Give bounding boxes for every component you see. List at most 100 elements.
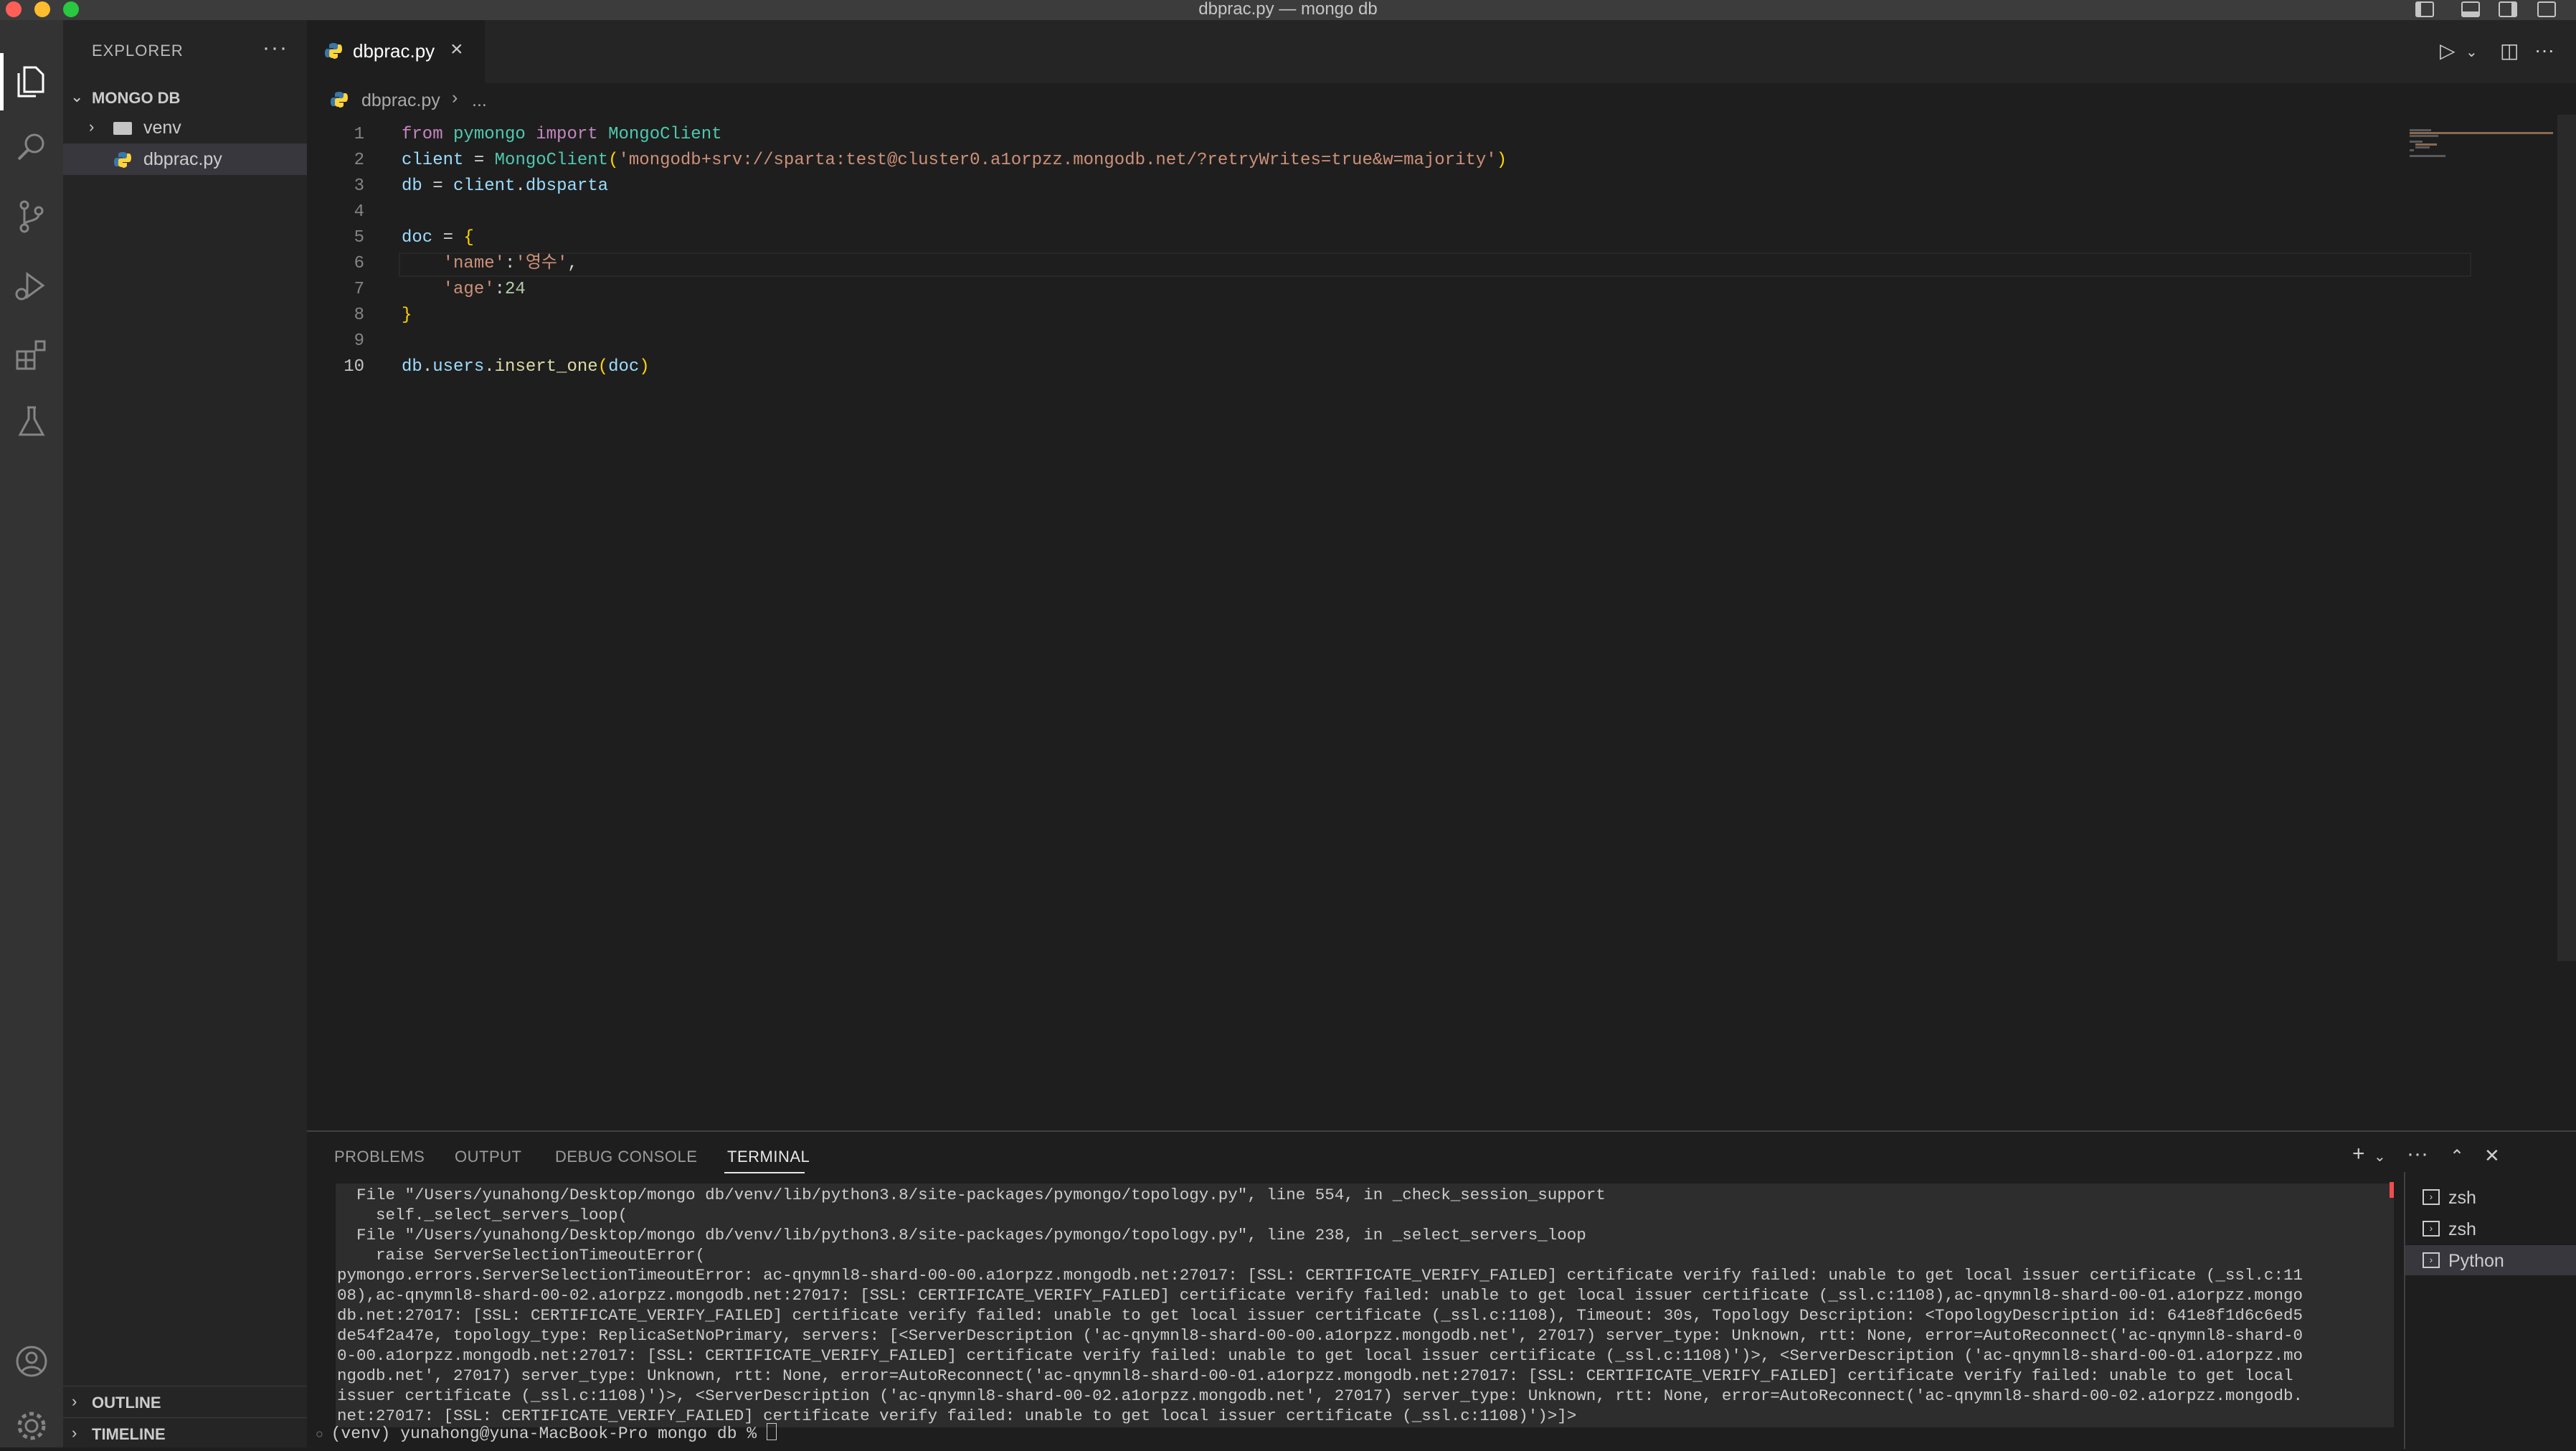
code-line[interactable]: 5 doc = { [307,225,2387,251]
terminal-line: 08),ac-qnymnl8-shard-00-02.a1orpzz.mongo… [337,1286,2303,1305]
tab-debug-console[interactable]: DEBUG CONSOLE [555,1148,697,1166]
more-actions-icon[interactable]: ··· [2534,39,2554,62]
line-number: 9 [354,331,364,351]
run-icon[interactable]: ▷ [2440,39,2456,62]
code-line[interactable]: 4 [307,199,2387,225]
code-token: { [463,228,474,247]
terminal-item-zsh-2[interactable]: › zsh [2405,1214,2576,1244]
toggle-secondary-sidebar-icon[interactable] [2499,1,2517,17]
tree-item-dbprac[interactable]: dbprac.py [63,143,307,175]
maximize-panel-icon[interactable]: ⌃ [2450,1146,2464,1167]
new-terminal-icon[interactable]: + [2352,1142,2365,1166]
line-source: } [402,303,412,329]
terminal-prompt[interactable]: ○ (venv) yunahong@yuna-MacBook-Pro mongo… [316,1423,777,1443]
chevron-down-icon[interactable]: ⌄ [2466,43,2478,61]
code-token: : [494,280,506,299]
code-token: insert_one [494,357,598,377]
title-bar: dbprac.py — mongo db [0,0,2576,20]
explorer-icon[interactable] [10,60,53,103]
toggle-panel-icon[interactable] [2461,1,2480,17]
terminal-line: File "/Users/yunahong/Desktop/mongo db/v… [337,1186,1606,1204]
line-number: 1 [354,125,364,144]
editor-area: dbprac.py × ▷ ⌄ ◫ ··· dbprac.py › ... 1 f… [307,20,2576,1130]
split-editor-icon[interactable]: ◫ [2500,39,2519,62]
search-icon[interactable] [10,126,53,169]
tree-item-venv[interactable]: › venv [63,112,307,143]
terminal-line: 0-00.a1orpzz.mongodb.net:27017: [SSL: CE… [337,1346,2303,1365]
breadcrumb-symbols[interactable]: ... [472,90,487,111]
settings-gear-icon[interactable] [10,1404,53,1447]
more-actions-icon[interactable]: ··· [262,36,288,60]
terminal-line: de54f2a47e, topology_type: ReplicaSetNoP… [337,1326,2303,1345]
line-source: doc = { [402,225,474,251]
tab-label: dbprac.py [353,40,435,62]
more-actions-icon[interactable]: ··· [2407,1142,2428,1166]
code-token: 'age' [442,280,495,299]
source-control-icon[interactable] [10,195,53,238]
code-token: = [422,176,454,196]
code-token: MongoClient [608,125,722,144]
code-token: doc [608,357,640,377]
terminal-output[interactable]: File "/Users/yunahong/Desktop/mongo db/v… [336,1183,2394,1427]
breadcrumb-separator: › [452,88,458,108]
code-line[interactable]: 10 db.users.insert_one(doc) [307,354,2387,380]
timeline-section-header[interactable]: › TIMELINE [63,1417,307,1448]
breadcrumb-file[interactable]: dbprac.py [361,90,440,111]
tab-terminal[interactable]: TERMINAL [727,1148,810,1166]
line-number: 3 [354,176,364,196]
code-token: = [463,151,495,170]
code-line[interactable]: 8} [307,303,2387,329]
terminal-list: › zsh › zsh › Python [2404,1172,2576,1449]
code-line[interactable]: 6 'name':'영수', [307,251,2387,277]
code-token: import [536,125,598,144]
code-line[interactable]: 2 client = MongoClient('mongodb+srv://spa… [307,148,2387,174]
tab-output[interactable]: OUTPUT [455,1148,521,1166]
toggle-primary-sidebar-icon[interactable] [2415,1,2434,17]
explorer-sidebar: EXPLORER ··· ⌄ MONGO DB › venv dbprac.py… [63,20,307,1447]
code-line[interactable]: 1 from pymongo import MongoClient [307,122,2387,148]
code-token: MongoClient [494,151,609,170]
close-icon[interactable]: × [450,37,463,62]
code-token: = [432,228,464,247]
accounts-icon[interactable] [10,1340,53,1383]
run-debug-icon[interactable] [10,264,53,307]
terminal-item-python[interactable]: › Python [2405,1245,2576,1275]
line-source: from pymongo import MongoClient [402,122,722,148]
code-token: 24 [505,280,526,299]
workspace-section-header[interactable]: ⌄ MONGO DB [63,82,307,112]
minimap-line [2410,129,2431,131]
terminal-item-zsh-1[interactable]: › zsh [2405,1182,2576,1212]
folder-icon [113,122,132,135]
prompt-text: (venv) yunahong@yuna-MacBook-Pro mongo d… [331,1424,767,1443]
minimap-line [2415,143,2437,146]
extensions-icon[interactable] [10,333,53,376]
code-token: 'mongodb+srv://sparta:test@cluster0.a1or… [618,151,1497,170]
tab-dbprac[interactable]: dbprac.py × [307,20,485,83]
chevron-down-icon[interactable]: ⌄ [2374,1148,2386,1166]
code-line[interactable]: 3 db = client.dbsparta [307,174,2387,199]
editor-scrollbar[interactable] [2557,115,2576,961]
minimap-line [2410,141,2423,143]
customize-layout-icon[interactable] [2537,1,2556,17]
code-line[interactable]: 9 [307,329,2387,354]
terminal-error-marker [2390,1182,2394,1198]
code-token: dbsparta [525,176,609,196]
minimap[interactable] [2387,122,2566,165]
prompt-status-icon: ○ [316,1428,331,1442]
testing-icon[interactable] [10,400,53,443]
activity-bar [0,20,63,1447]
line-number: 6 [354,254,364,273]
code-line[interactable]: 7 'age':24 [307,277,2387,303]
terminal-line: issuer certificate (_ssl.c:1108)')>, <Se… [337,1386,2303,1405]
code-token: . [484,357,495,377]
terminal-name: zsh [2448,1219,2476,1239]
minimap-line [2410,155,2445,157]
terminal-icon: › [2423,1252,2440,1268]
close-panel-icon[interactable]: ✕ [2484,1145,2500,1167]
code-token: db [402,176,422,196]
minimap-line [2410,135,2438,137]
outline-section-header[interactable]: › OUTLINE [63,1386,307,1418]
tab-problems[interactable]: PROBLEMS [334,1148,425,1166]
